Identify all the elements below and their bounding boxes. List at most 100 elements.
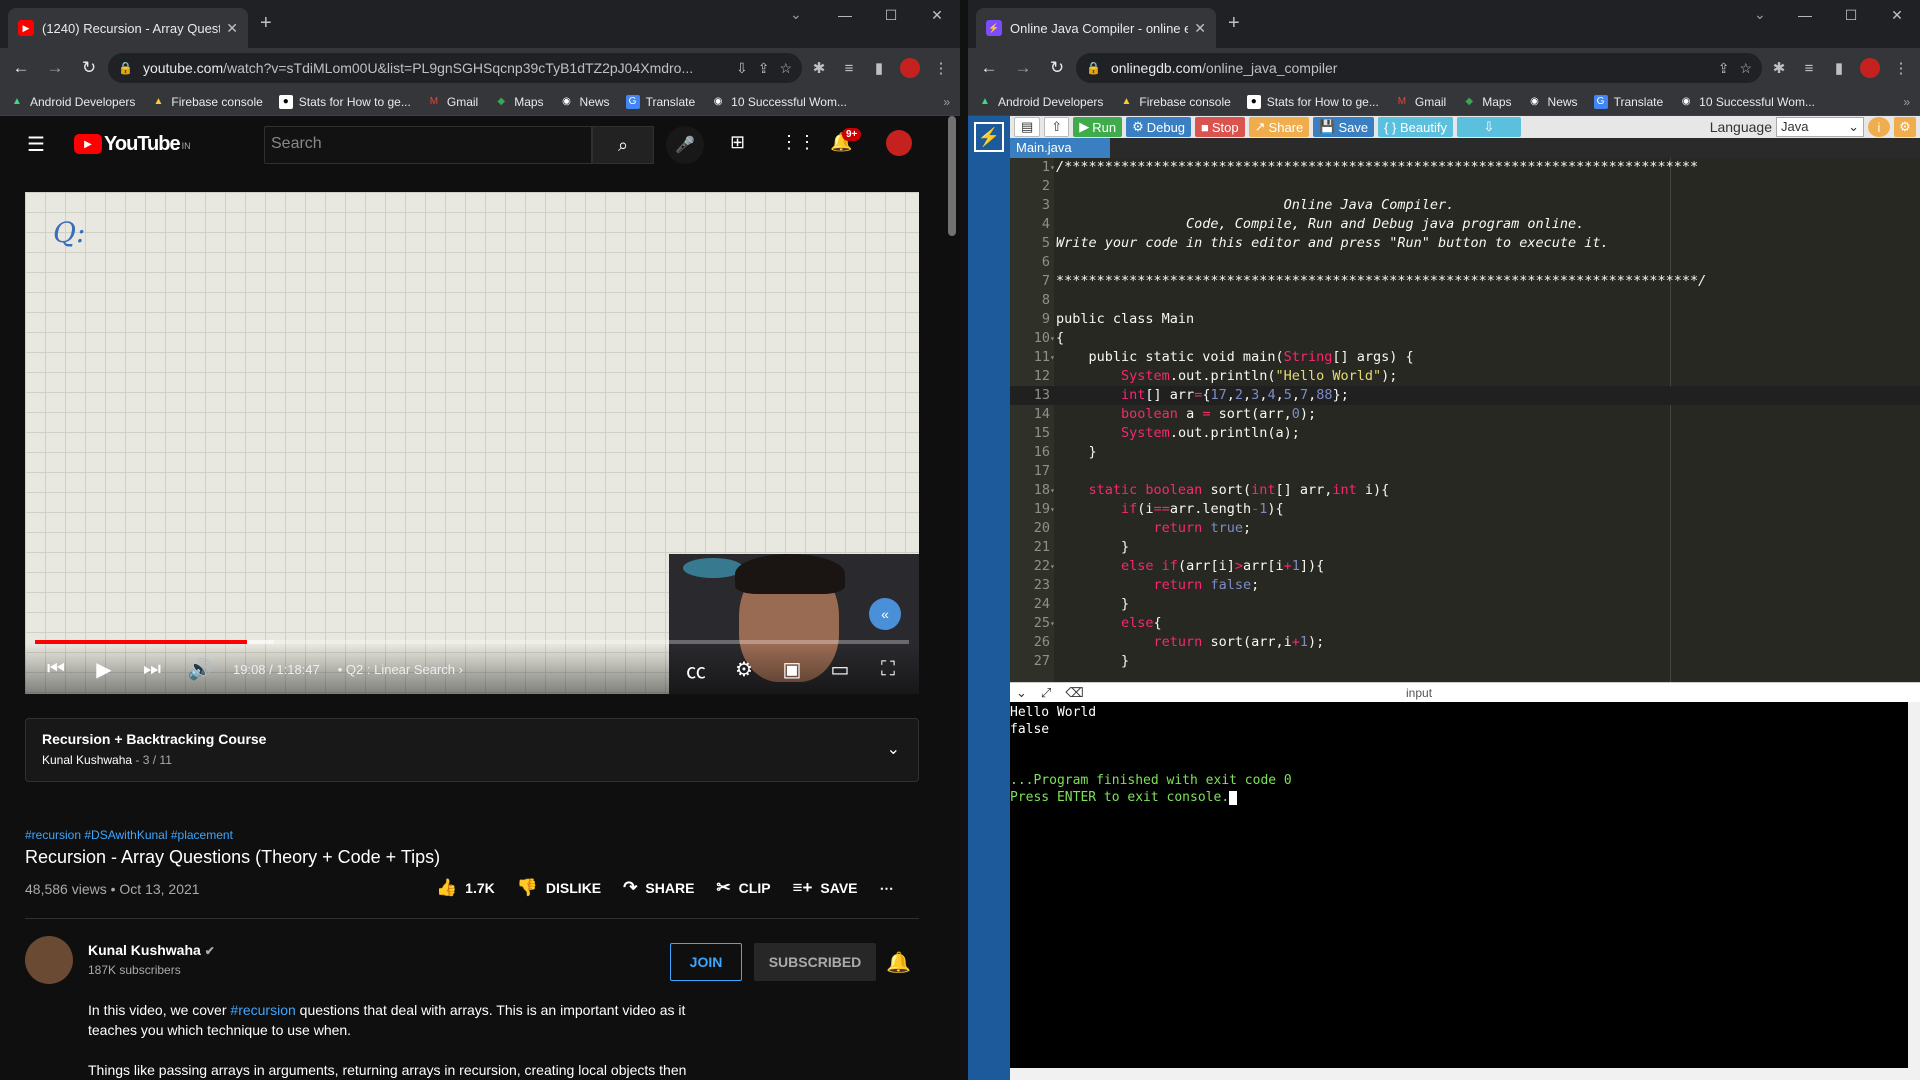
beautify-button[interactable]: { } Beautify [1378,117,1453,137]
miniplayer-icon[interactable]: ▣ [777,657,807,682]
share-button[interactable]: ↗ Share [1248,117,1310,137]
bookmark-news[interactable]: ◉ News [1528,95,1577,109]
save-button[interactable]: 💾 Save [1313,117,1375,137]
code-editor[interactable]: 1 ▾/*************************************… [1010,158,1920,682]
channel-avatar[interactable] [25,936,73,984]
close-tab-icon[interactable]: ✕ [1194,20,1206,37]
close-window-icon[interactable]: ✕ [1874,0,1920,32]
clip-button[interactable]: ✂ CLIP [716,878,770,898]
bookmark-news[interactable]: ◉ News [560,95,609,109]
extensions-icon[interactable]: ✱ [1766,59,1792,77]
sidepanel-icon[interactable]: ▮ [866,59,892,77]
play-icon[interactable]: ▶ [89,657,119,682]
new-tab-icon[interactable]: + [1228,12,1240,35]
bookmark-firebase[interactable]: ▲ Firebase console [1119,95,1230,109]
file-tab-main[interactable]: Main.java [1010,138,1110,158]
install-icon[interactable]: ⇩ [736,60,748,77]
tab-search-icon[interactable]: ⌄ [790,6,802,23]
chapter-label[interactable]: • Q2 : Linear Search › [338,662,463,677]
reload-icon[interactable]: ↻ [1042,53,1072,83]
media-icon[interactable]: ≡ [836,60,862,77]
hamburger-menu-icon[interactable]: ☰ [16,132,56,157]
collapse-chevron-icon[interactable]: ⌄ [1016,685,1027,701]
save-button[interactable]: ≡+ SAVE [793,878,858,898]
profile-avatar[interactable] [1860,58,1880,78]
menu-icon[interactable]: ⋮ [928,59,954,77]
close-window-icon[interactable]: ✕ [914,0,960,32]
channel-name[interactable]: Kunal Kushwaha ✔ [88,942,215,958]
dislike-button[interactable]: 👎 DISLIKE [517,878,601,898]
onlinegdb-logo-icon[interactable]: ⚡ [974,122,1004,152]
extensions-icon[interactable]: ✱ [806,59,832,77]
stop-button[interactable]: ■ Stop [1195,117,1245,137]
bookmark-successful[interactable]: ◉ 10 Successful Wom... [711,95,847,109]
media-icon[interactable]: ≡ [1796,60,1822,77]
bookmark-maps[interactable]: ◆ Maps [1462,95,1511,109]
bookmark-star-icon[interactable]: ☆ [779,60,792,77]
bookmark-maps[interactable]: ◆ Maps [494,95,543,109]
apps-grid-icon[interactable]: ⋮⋮ [780,132,816,153]
minimize-icon[interactable]: — [1782,0,1828,32]
more-bookmarks-icon[interactable]: » [1903,95,1910,109]
maximize-icon[interactable]: ☐ [1828,0,1874,32]
volume-icon[interactable]: 🔊 [185,657,215,682]
share-button[interactable]: ↷ SHARE [623,878,694,898]
bookmark-firebase[interactable]: ▲ Firebase console [151,95,262,109]
settings-gear-icon[interactable]: ⚙ [729,657,759,682]
theater-mode-icon[interactable]: ▭ [825,657,855,682]
console-hscrollbar[interactable] [1010,1068,1920,1080]
debug-button[interactable]: ⚙ Debug [1126,117,1192,137]
search-input[interactable]: Search [264,126,592,164]
chevron-down-icon[interactable]: ⌄ [887,739,900,759]
next-icon[interactable]: ⏭ [137,658,167,681]
forward-icon[interactable]: → [40,53,70,83]
recursion-hashtag-link[interactable]: #recursion [230,1002,295,1018]
maximize-icon[interactable]: ☐ [868,0,914,32]
tab-search-icon[interactable]: ⌄ [1754,6,1766,23]
minimize-icon[interactable]: — [822,0,868,32]
close-tab-icon[interactable]: ✕ [226,20,238,37]
clear-console-icon[interactable]: ⌫ [1065,685,1083,701]
bookmark-stats[interactable]: ● Stats for How to ge... [278,94,411,109]
previous-icon[interactable]: ⏮ [41,658,71,681]
playlist-panel[interactable]: Recursion + Backtracking Course Kunal Ku… [25,718,919,782]
download-icon[interactable]: ⇩ [1456,117,1521,137]
account-avatar[interactable] [886,130,912,156]
menu-icon[interactable]: ⋮ [1888,59,1914,77]
address-bar[interactable]: 🔒 youtube.com/watch?v=sTdiMLom00U&list=P… [108,53,802,83]
share-icon[interactable]: ⇪ [1718,60,1730,77]
language-select[interactable]: Java ⌄ [1776,117,1864,137]
bookmark-translate[interactable]: G Translate [1593,94,1663,109]
console-output[interactable]: Hello World false ...Program finished wit… [1010,702,1908,1068]
bookmark-successful[interactable]: ◉ 10 Successful Wom... [1679,95,1815,109]
bookmark-stats[interactable]: ● Stats for How to ge... [1246,94,1379,109]
bookmark-gmail[interactable]: M Gmail [1395,95,1447,109]
back-icon[interactable]: ← [6,53,36,83]
search-button[interactable]: ⌕ [592,126,654,164]
voice-search-icon[interactable]: 🎤 [666,126,704,164]
tab-onlinegdb[interactable]: ⚡ Online Java Compiler - online ed ✕ [976,8,1216,48]
more-bookmarks-icon[interactable]: » [943,95,950,109]
back-icon[interactable]: ← [974,53,1004,83]
reload-icon[interactable]: ↻ [74,53,104,83]
bookmark-translate[interactable]: G Translate [625,94,695,109]
hashtags[interactable]: #recursion #DSAwithKunal #placement [25,828,233,842]
settings-gear-icon[interactable]: ⚙ [1894,117,1916,137]
create-video-icon[interactable]: ⊞ [730,132,745,153]
bookmark-android[interactable]: ▲ Android Developers [978,95,1103,109]
video-player[interactable]: 𝑄: « ⏮ ▶ ⏭ 🔊 19:08 / 1:18:47 • Q2 : Line… [25,192,919,694]
join-button[interactable]: JOIN [670,943,742,981]
more-options-icon[interactable]: ⋯ [880,880,894,897]
new-tab-icon[interactable]: + [260,12,272,35]
console-scrollbar[interactable] [1908,702,1920,1068]
fullscreen-icon[interactable]: ⛶ [873,658,903,681]
youtube-logo[interactable]: ▶ YouTube IN [74,133,191,156]
bookmark-gmail[interactable]: M Gmail [427,95,479,109]
info-icon[interactable]: i [1868,117,1890,137]
share-icon[interactable]: ⇪ [758,60,770,77]
subscription-bell-icon[interactable]: 🔔 [886,950,911,975]
forward-icon[interactable]: → [1008,53,1038,83]
bookmark-android[interactable]: ▲ Android Developers [10,95,135,109]
sidepanel-icon[interactable]: ▮ [1826,59,1852,77]
upload-icon[interactable]: ⇧ [1044,117,1070,137]
